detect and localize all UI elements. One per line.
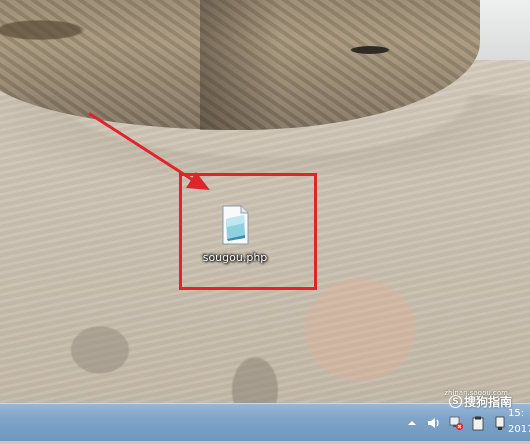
desktop[interactable]: sougou.php (0, 0, 530, 403)
desktop-file-sougou-php[interactable]: sougou.php (195, 205, 275, 275)
volume-icon (428, 418, 439, 428)
clock[interactable]: 15: 2017 (508, 404, 530, 444)
power-icon (495, 416, 505, 430)
clock-date: 2017 (508, 424, 530, 435)
chevron-up-icon (408, 421, 416, 425)
clipboard-icon (472, 416, 484, 431)
volume-button[interactable] (426, 415, 442, 431)
watermark: zhinan.sogou.com S 搜狗指南 (444, 389, 512, 410)
system-tray (404, 412, 508, 434)
power-button[interactable] (492, 415, 508, 431)
file-label: sougou.php (202, 251, 268, 264)
network-button[interactable] (448, 415, 464, 431)
php-file-icon (222, 205, 249, 245)
network-disconnected-icon (449, 416, 463, 430)
watermark-url: zhinan.sogou.com (444, 389, 508, 397)
show-hidden-icons-button[interactable] (404, 415, 420, 431)
clipboard-button[interactable] (470, 415, 486, 431)
